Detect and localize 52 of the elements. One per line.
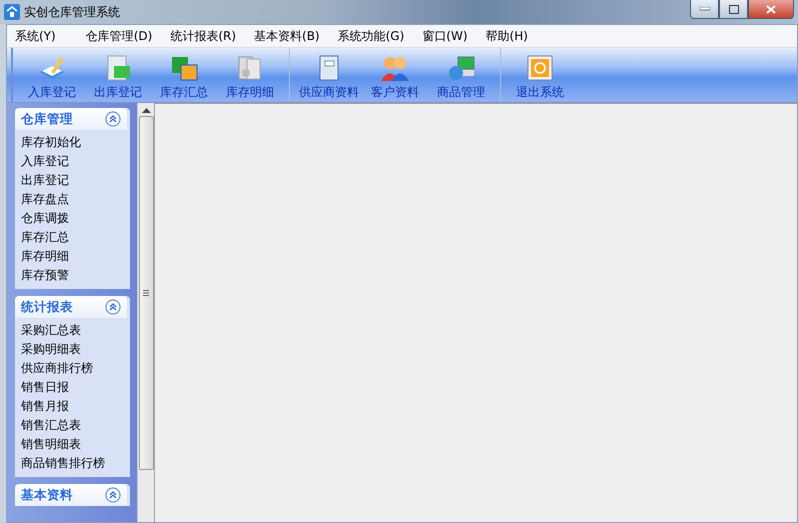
toolbar-icon [379,54,411,82]
toolbar-button[interactable]: 入库登记 [19,48,85,102]
menu-item[interactable]: 系统(Y) [7,28,65,44]
close-icon [766,4,776,14]
sidebar-item[interactable]: 入库登记 [15,152,130,171]
menu-item[interactable]: 帮助(H) [476,28,537,44]
section-header[interactable]: 基本资料 [15,484,127,506]
app-logo-icon [4,4,20,20]
sidebar-item[interactable]: 商品销售排行榜 [15,454,130,473]
section-header[interactable]: 仓库管理 [15,108,127,130]
toolbar-button[interactable]: 出库登记 [85,48,151,102]
menu-item[interactable]: 窗口(W) [413,28,477,44]
menu-item[interactable]: 仓库管理(D) [76,28,162,44]
sidebar-item[interactable]: 库存盘点 [15,190,130,209]
collapse-icon [105,487,121,503]
toolbar-button[interactable]: 商品管理 [428,48,494,102]
sidebar-item[interactable]: 库存初始化 [15,133,130,152]
maximize-icon [728,4,738,14]
sidebar-item[interactable]: 供应商排行榜 [15,359,130,378]
sidebar-item[interactable]: 销售明细表 [15,435,130,454]
menu-item[interactable]: 基本资料(B) [245,28,329,44]
toolbar-button[interactable]: 库存明细 [217,48,283,102]
toolbar-icon [446,54,476,82]
menu-item[interactable]: 统计报表(R) [161,28,246,44]
sidebar-item[interactable]: 销售日报 [15,378,130,397]
scroll-thumb[interactable] [138,116,154,470]
toolbar-icon [169,54,199,82]
maximize-button[interactable] [719,0,748,19]
sidebar-item[interactable]: 仓库调拨 [15,209,130,228]
scroll-up-icon [142,108,150,114]
menu-item[interactable]: 系统功能(G) [328,28,414,44]
toolbar-button[interactable]: 库存汇总 [151,48,217,102]
scrollbar[interactable] [137,103,154,522]
window-title: 实创仓库管理系统 [24,4,120,20]
sidebar-item[interactable]: 采购汇总表 [15,321,130,340]
minimize-button[interactable] [690,0,719,19]
sidebar-item[interactable]: 库存明细 [15,247,130,266]
sidebar-item[interactable]: 库存汇总 [15,228,130,247]
sidebar-item[interactable]: 库存预警 [15,266,130,285]
close-button[interactable] [748,0,794,19]
sidebar-item[interactable]: 采购明细表 [15,340,130,359]
collapse-icon [105,299,121,315]
sidebar-item[interactable]: 销售汇总表 [15,416,130,435]
sidebar-item[interactable]: 出库登记 [15,171,130,190]
toolbar-button[interactable]: 退出系统 [507,48,573,102]
toolbar-button[interactable]: 供应商资料 [296,48,362,102]
toolbar-button[interactable]: 客户资料 [362,48,428,102]
minimize-icon [700,7,710,11]
collapse-icon [105,111,121,127]
section-header[interactable]: 统计报表 [15,296,127,318]
toolbar-icon [525,54,555,82]
sidebar-item[interactable]: 销售月报 [15,397,130,416]
